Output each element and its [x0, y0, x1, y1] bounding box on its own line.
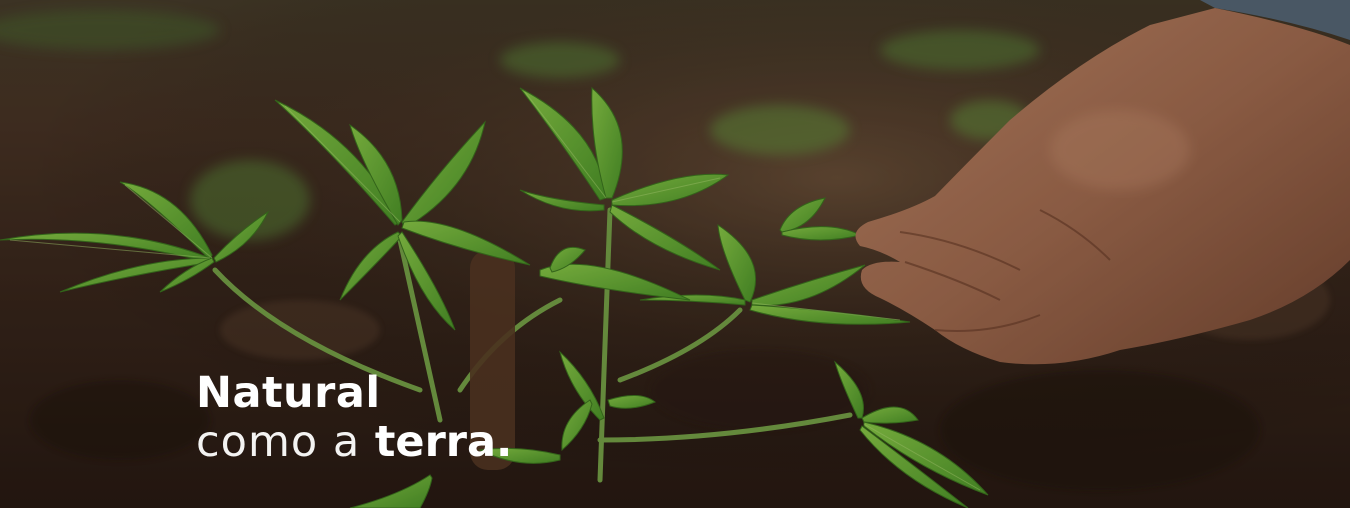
hero-headline: Natural como a terra.: [196, 372, 512, 464]
hero-banner: Natural como a terra.: [0, 0, 1350, 508]
headline-light-text: como a: [196, 417, 375, 467]
headline-line-natural: Natural: [196, 368, 381, 418]
headline-bold-text: terra.: [374, 417, 513, 467]
headline-line-terra: como a terra.: [196, 421, 512, 464]
